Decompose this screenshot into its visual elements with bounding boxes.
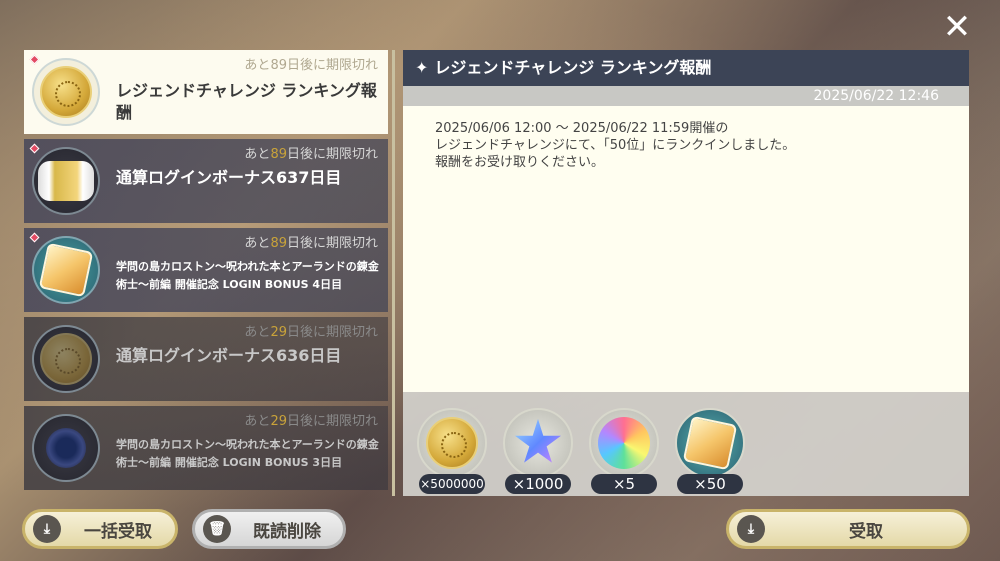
mail-title: レジェンドチャレンジ ランキング報酬: [116, 81, 377, 122]
mail-item[interactable]: あと89日後に期限切れ 学問の島カロストン〜呪われた本とアーランドの錬金術士〜前…: [24, 228, 388, 312]
gold-coin-icon: [426, 417, 478, 469]
reward-item[interactable]: ×5: [589, 408, 659, 494]
reward-qty: ×5: [591, 474, 657, 494]
body-line: 報酬をお受け取りください。: [435, 155, 605, 170]
mail-thumb: [32, 147, 100, 215]
mail-item[interactable]: あと29日後に期限切れ 学問の島カロストン〜呪われた本とアーランドの錬金術士〜前…: [24, 406, 388, 490]
mail-title: 学問の島カロストン〜呪われた本とアーランドの錬金術士〜前編 開催記念 LOGIN…: [116, 260, 379, 291]
gold-coin-icon: [40, 333, 92, 385]
mail-thumb: [32, 325, 100, 393]
mail-item[interactable]: あと89日後に期限切れ レジェンドチャレンジ ランキング報酬: [24, 50, 388, 134]
cube-icon: [682, 415, 738, 471]
mail-title: 学問の島カロストン〜呪われた本とアーランドの錬金術士〜前編 開催記念 LOGIN…: [116, 438, 379, 469]
reward-list: ×5000000 ×1000 ×5 ×50: [417, 408, 745, 494]
detail-date: 2025/06/22 12:46: [403, 86, 969, 106]
download-icon: ⤓: [737, 515, 765, 543]
mail-item[interactable]: あと89日後に期限切れ 通算ログインボーナス637日目: [24, 139, 388, 223]
mail-detail-panel: ✦ レジェンドチャレンジ ランキング報酬 2025/06/22 12:46 202…: [403, 50, 969, 496]
reward-qty: ×1000: [505, 474, 571, 494]
trash-icon: 🗑: [203, 515, 231, 543]
expiry-text: あと89日後に期限切れ: [244, 147, 378, 162]
cube-icon: [38, 242, 94, 298]
mail-thumb: [32, 414, 100, 482]
delete-read-button[interactable]: 🗑 既読削除: [192, 509, 346, 549]
new-badge-icon: [29, 232, 40, 243]
new-badge-icon: [29, 54, 40, 65]
new-badge-icon: [29, 143, 40, 154]
body-line: 2025/06/06 12:00 〜 2025/06/22 11:59開催の: [435, 121, 729, 136]
receive-button[interactable]: ⤓ 受取: [726, 509, 970, 549]
detail-header: ✦ レジェンドチャレンジ ランキング報酬: [403, 50, 969, 86]
mail-title: 通算ログインボーナス636日目: [116, 346, 342, 365]
reward-qty: ×5000000: [419, 474, 485, 494]
gold-coin-icon: [40, 66, 92, 118]
mail-thumb: [32, 58, 100, 126]
download-icon: ⤓: [33, 515, 61, 543]
body-line: レジェンドチャレンジにて、「50位」にランクインしました。: [435, 138, 796, 153]
mail-list[interactable]: あと89日後に期限切れ レジェンドチャレンジ ランキング報酬 あと89日後に期限…: [24, 50, 388, 496]
expiry-text: あと89日後に期限切れ: [244, 236, 378, 251]
orb-icon: [46, 428, 86, 468]
receive-all-button[interactable]: ⤓ 一括受取: [22, 509, 178, 549]
mail-item[interactable]: あと29日後に期限切れ 通算ログインボーナス636日目: [24, 317, 388, 401]
reward-item[interactable]: ×5000000: [417, 408, 487, 494]
list-scrollbar[interactable]: [392, 50, 395, 496]
reward-item[interactable]: ×1000: [503, 408, 573, 494]
expiry-text: あと89日後に期限切れ: [244, 58, 378, 73]
reward-item[interactable]: ×50: [675, 408, 745, 494]
star-crystal-icon: [514, 419, 562, 463]
candy-icon: [38, 161, 94, 201]
reward-qty: ×50: [677, 474, 743, 494]
expiry-text: あと29日後に期限切れ: [244, 325, 378, 340]
detail-body: 2025/06/06 12:00 〜 2025/06/22 11:59開催の レ…: [403, 106, 969, 392]
mail-title: 通算ログインボーナス637日目: [116, 168, 342, 187]
detail-title: レジェンドチャレンジ ランキング報酬: [434, 58, 712, 77]
close-button[interactable]: ✕: [940, 10, 974, 44]
mail-thumb: [32, 236, 100, 304]
sparkle-icon: ✦: [415, 58, 429, 77]
expiry-text: あと29日後に期限切れ: [244, 414, 378, 429]
rainbow-orb-icon: [598, 417, 650, 469]
bottom-bar: ⤓ 一括受取 🗑 既読削除 ⤓ 受取: [0, 501, 1000, 561]
